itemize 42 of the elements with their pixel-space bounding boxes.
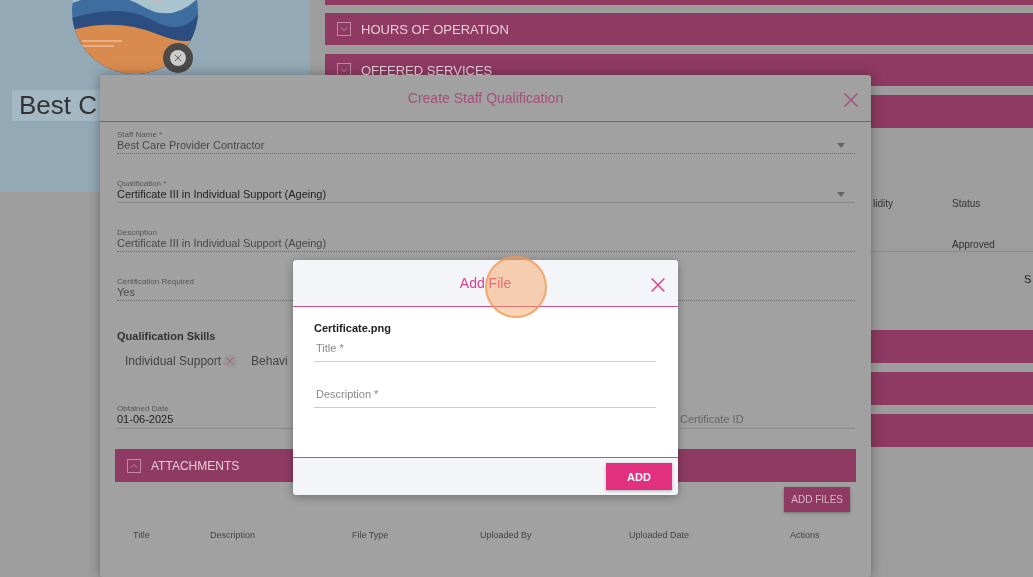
caret-icon <box>837 142 845 148</box>
field-value: Best Care Provider Contractor <box>117 139 265 151</box>
field-value: Certificate III in Individual Support (Ageing) <box>117 188 327 200</box>
column-header: Description <box>210 530 257 540</box>
remove-photo-button[interactable] <box>163 43 193 73</box>
chevron-down-icon <box>337 63 351 77</box>
column-header: Uploaded Date <box>629 530 691 540</box>
close-icon <box>174 54 182 62</box>
add-files-button[interactable]: ADD FILES <box>784 487 850 512</box>
dialog-title: Add File <box>459 275 512 291</box>
field-label: Qualification * <box>117 179 167 188</box>
add-button[interactable]: ADD <box>606 463 672 490</box>
input-field[interactable]: Certificate ID <box>680 404 855 429</box>
close-icon[interactable] <box>650 277 666 293</box>
caret-icon <box>837 191 845 197</box>
field-value: Certificate III in Individual Support (Ageing) <box>117 237 327 249</box>
table-cell: S <box>1024 273 1032 285</box>
field-label: Obtained Date <box>117 404 169 413</box>
remove-icon[interactable] <box>223 354 238 368</box>
skill-tag: Individual Support <box>125 354 222 368</box>
column-header: Title <box>133 530 151 540</box>
section-heading: Qualification Skills <box>117 330 217 342</box>
input-field[interactable]: Description * <box>314 384 656 408</box>
column-header: lidity <box>873 198 894 209</box>
input-field[interactable]: Title * <box>314 338 656 362</box>
column-header: Uploaded By <box>480 530 533 540</box>
status-cell-text: Approved <box>952 239 996 250</box>
column-header: Actions <box>790 530 821 540</box>
column-header: Status <box>952 198 982 209</box>
field-value: 01-06-2025 <box>117 413 174 425</box>
section-header[interactable]: HOURS OF OPERATION <box>325 13 1033 45</box>
chevron-down-icon <box>337 22 351 36</box>
column-header: File Type <box>352 530 390 540</box>
file-name: Certificate.png <box>314 322 392 334</box>
select-field[interactable]: Qualification * Certificate III in Individual Support (Ageing) <box>117 179 855 203</box>
skill-tag: Behavi <box>251 354 288 368</box>
dialog-title: Create Staff Qualification <box>407 90 564 106</box>
field-label: Description <box>117 228 157 237</box>
close-icon[interactable] <box>843 92 859 108</box>
field-value: Yes <box>117 286 135 298</box>
field-label: Certification Required <box>117 277 194 286</box>
field-label: Staff Name * <box>117 130 163 139</box>
